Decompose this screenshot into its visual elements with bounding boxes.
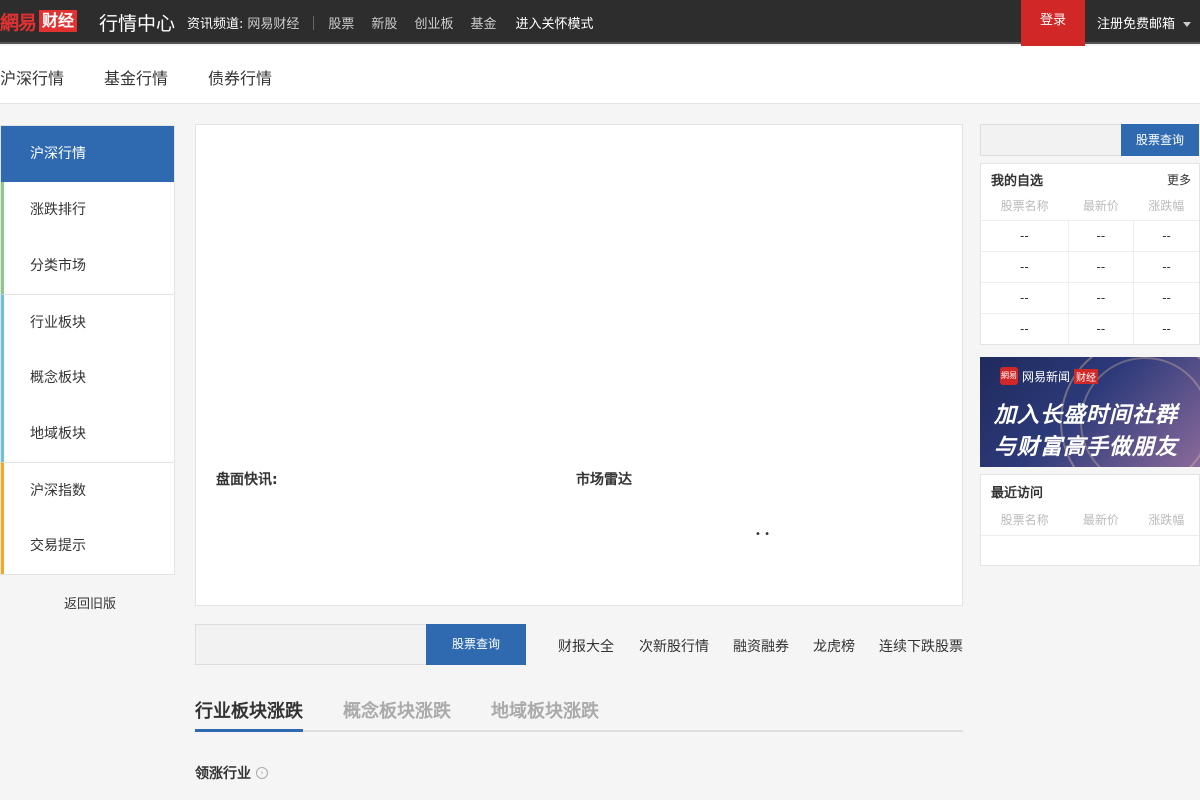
stock-search-input[interactable]: [195, 624, 427, 665]
subnav-shsz[interactable]: 沪深行情: [0, 65, 64, 89]
table-row: -- -- --: [981, 312, 1199, 344]
leading-industry-heading: 领涨行业 ›: [195, 763, 268, 783]
tab-active-underline: [195, 729, 303, 732]
stock-search-button[interactable]: 股票查询: [426, 624, 526, 665]
sidebar-item-industry[interactable]: 行业板块: [1, 294, 174, 350]
quick-link-reports[interactable]: 财报大全: [558, 636, 614, 656]
logo-netease: 網易: [0, 11, 37, 34]
tab-region[interactable]: 地域板块涨跌: [491, 697, 599, 723]
channel-link-netease-finance[interactable]: 网易财经: [247, 13, 299, 32]
table-cell: --: [981, 281, 1069, 313]
quick-link-dragon-tiger[interactable]: 龙虎榜: [813, 636, 855, 656]
register-email-menu[interactable]: 注册免费邮箱: [1097, 13, 1192, 32]
column-header: 涨跌幅: [1148, 512, 1185, 527]
table-cell: --: [981, 250, 1069, 282]
watchlist-panel: 我的自选 更多 股票名称 最新价 涨跌幅 -- -- -- -- -- -- -…: [980, 163, 1200, 345]
sidebar-item-concept[interactable]: 概念板块: [1, 350, 174, 406]
sidebar-item-region[interactable]: 地域板块: [1, 406, 174, 462]
table-row: -- -- --: [981, 219, 1199, 251]
nav-link-gem[interactable]: 创业板: [414, 13, 453, 32]
table-cell: --: [1068, 219, 1135, 251]
chevron-down-icon: [1183, 22, 1192, 27]
table-cell: --: [1133, 312, 1199, 344]
quick-link-new-stocks[interactable]: 次新股行情: [639, 636, 709, 656]
loading-indicator: • •: [755, 529, 770, 540]
subnav-fund[interactable]: 基金行情: [104, 65, 168, 89]
table-cell: --: [981, 219, 1069, 251]
sidebar-item-trade-tips[interactable]: 交易提示: [1, 518, 174, 574]
nav-link-stocks[interactable]: 股票: [328, 13, 354, 32]
tab-baseline: [195, 730, 963, 732]
sidebar-search-button[interactable]: 股票查询: [1121, 124, 1199, 156]
table-cell: --: [1133, 250, 1199, 282]
table-row: -- -- --: [981, 250, 1199, 282]
tab-concept[interactable]: 概念板块涨跌: [343, 697, 451, 723]
recent-visits-panel: 最近访问 股票名称 最新价 涨跌幅: [980, 474, 1200, 566]
channel-label: 资讯频道:: [187, 17, 244, 32]
sidebar-item-shsz[interactable]: 沪深行情: [1, 126, 174, 182]
banner-brand: 網易 网易新闻 财经: [1000, 367, 1099, 385]
divider: [313, 15, 315, 30]
table-cell: --: [1133, 219, 1199, 251]
quick-link-falling-stocks[interactable]: 连续下跌股票: [879, 636, 963, 656]
chevron-right-icon[interactable]: ›: [256, 767, 268, 779]
netease-logo-icon: 網易: [1000, 367, 1018, 385]
table-row: -- -- --: [981, 281, 1199, 313]
column-header: 涨跌幅: [1148, 199, 1185, 214]
recent-visits-table: 股票名称 最新价 涨跌幅: [981, 505, 1199, 533]
banner-brand-name: 网易新闻: [1022, 369, 1071, 384]
nav-link-new-shares[interactable]: 新股: [371, 13, 397, 32]
tab-industry[interactable]: 行业板块涨跌: [195, 697, 303, 723]
banner-headline-2: 与财富高手做朋友: [994, 435, 1179, 460]
leading-industry-label: 领涨行业: [195, 766, 251, 782]
sidebar-item-category[interactable]: 分类市场: [1, 238, 174, 294]
table-cell: --: [1068, 250, 1135, 282]
channel-nav: 资讯频道: 网易财经 股票 新股 创业板 基金 进入关怀模式: [187, 13, 593, 32]
watchlist-header: 我的自选 更多: [981, 164, 1199, 192]
column-header: 最新价: [1082, 512, 1119, 527]
return-old-version-link[interactable]: 返回旧版: [64, 593, 116, 612]
watchlist-title: 我的自选: [991, 174, 1044, 189]
sidebar-item-ranking[interactable]: 涨跌排行: [1, 182, 174, 238]
table-cell: --: [1068, 312, 1135, 344]
market-subnav: 沪深行情 基金行情 债券行情: [0, 46, 1200, 104]
table-header-row: 股票名称 最新价 涨跌幅: [981, 192, 1199, 220]
table-cell: --: [1133, 281, 1199, 313]
logo-finance: 财经: [39, 10, 78, 32]
register-email-label: 注册免费邮箱: [1097, 17, 1176, 32]
banner-tag: 财经: [1074, 368, 1099, 384]
column-header: 股票名称: [1000, 199, 1049, 214]
quick-link-margin[interactable]: 融资融券: [733, 636, 789, 656]
watchlist-more-link[interactable]: 更多: [1167, 171, 1191, 188]
subnav-bond[interactable]: 债券行情: [208, 65, 272, 89]
recent-visits-title: 最近访问: [991, 486, 1044, 501]
column-header: 股票名称: [1000, 512, 1049, 527]
sidebar: 沪深行情 涨跌排行 分类市场 行业板块 概念板块 地域板块 沪深指数 交易提示: [0, 125, 175, 575]
banner-headline-1: 加入长盛时间社群: [994, 403, 1179, 428]
table-cell: --: [1068, 281, 1135, 313]
site-title: 行情中心: [99, 13, 176, 35]
market-radar-label: 市场雷达: [576, 472, 632, 488]
care-mode-link[interactable]: 进入关怀模式: [515, 13, 593, 32]
market-news-label: 盘面快讯:: [216, 472, 278, 488]
table-header-row: 股票名称 最新价 涨跌幅: [981, 505, 1199, 533]
table-cell: --: [981, 312, 1069, 344]
nav-link-funds[interactable]: 基金: [470, 13, 496, 32]
watchlist-table: 股票名称 最新价 涨跌幅 -- -- -- -- -- -- -- -- -- …: [981, 192, 1199, 344]
community-ad-banner[interactable]: 網易 网易新闻 财经 加入长盛时间社群 与财富高手做朋友: [980, 357, 1200, 467]
top-bar: 網易 财经 行情中心 资讯频道: 网易财经 股票 新股 创业板 基金 进入关怀模…: [0, 0, 1200, 47]
login-button[interactable]: 登录: [1021, 0, 1085, 47]
table-row: [981, 535, 1199, 563]
netease-finance-logo[interactable]: 網易 财经: [0, 8, 78, 34]
column-header: 最新价: [1082, 199, 1119, 214]
sidebar-item-index[interactable]: 沪深指数: [1, 462, 174, 518]
market-overview-panel: 盘面快讯: 市场雷达 • •: [195, 124, 963, 606]
sidebar-search-input[interactable]: [980, 124, 1122, 156]
